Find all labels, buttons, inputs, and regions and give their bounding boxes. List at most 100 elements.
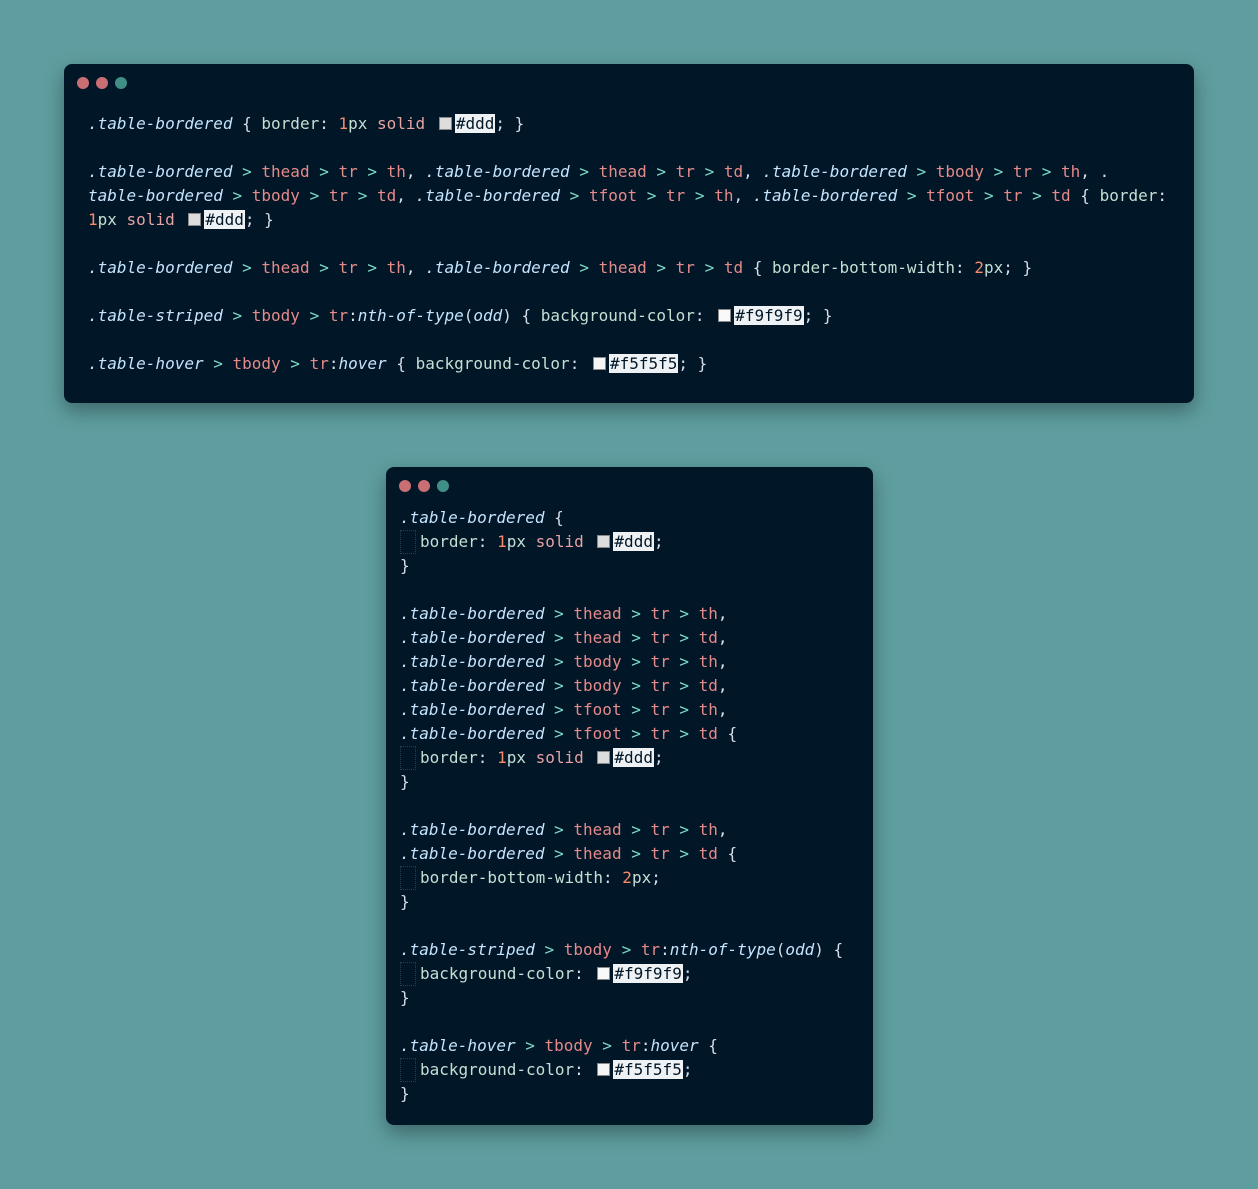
code-token: th <box>386 162 406 181</box>
code-token: > <box>669 724 699 743</box>
window-controls <box>77 77 127 89</box>
code-token: > <box>974 186 1004 205</box>
code-token: > <box>621 820 651 839</box>
code-token: : <box>694 306 715 325</box>
code-token: .table-bordered <box>400 652 545 671</box>
code-token: px <box>983 258 1004 277</box>
code-token: background-color <box>420 964 575 983</box>
maximize-dot-icon[interactable] <box>115 77 127 89</box>
code-token: .table-bordered <box>88 114 233 133</box>
code-token: .table-bordered <box>425 258 570 277</box>
code-token: solid <box>535 748 584 767</box>
code-token: > <box>515 1036 545 1055</box>
code-line: 1px solid #ddd; } <box>88 208 1167 232</box>
code-line: } <box>400 890 843 914</box>
code-token: > <box>621 724 651 743</box>
code-token: .table-bordered <box>400 700 545 719</box>
code-token: thead <box>573 628 622 647</box>
code-token: .table-bordered <box>400 724 545 743</box>
close-dot-icon[interactable] <box>399 480 411 492</box>
code-token: #ddd <box>613 532 654 551</box>
code-line: border: 1px solid #ddd; <box>400 746 843 770</box>
code-line: .table-bordered > tbody > tr > td, <box>400 674 843 698</box>
code-token: > <box>685 186 715 205</box>
code-token: > <box>357 162 387 181</box>
code-token: odd <box>473 306 503 325</box>
code-token: 1 <box>88 210 98 229</box>
code-token: border-bottom-width <box>772 258 956 277</box>
color-swatch-icon <box>597 535 611 548</box>
minimize-dot-icon[interactable] <box>96 77 108 89</box>
code-token: > <box>544 700 574 719</box>
code-token: > <box>348 186 378 205</box>
maximize-dot-icon[interactable] <box>437 480 449 492</box>
minimize-dot-icon[interactable] <box>418 480 430 492</box>
code-token: solid <box>535 532 584 551</box>
code-token: > <box>569 162 599 181</box>
code-token: ; } <box>678 354 708 373</box>
code-token: tr <box>328 306 349 325</box>
code-token: , . <box>1080 162 1110 181</box>
code-line: .table-bordered > thead > tr > th, .tabl… <box>88 160 1167 184</box>
code-token: > <box>906 162 936 181</box>
code-token: 1 <box>497 748 507 767</box>
code-token: > <box>669 628 699 647</box>
code-token: px <box>506 532 536 551</box>
color-swatch-icon <box>592 357 606 370</box>
code-token: th <box>698 604 718 623</box>
code-token: , <box>717 676 728 695</box>
code-window-compact: .table-bordered { border: 1px solid #ddd… <box>64 64 1194 403</box>
code-token: : <box>477 532 498 551</box>
indent-guide <box>400 530 416 554</box>
code-token: th <box>386 258 406 277</box>
code-token: ; <box>653 532 664 551</box>
code-token: tbody <box>563 940 612 959</box>
code-token: tbody <box>573 652 622 671</box>
code-token: tfoot <box>573 724 622 743</box>
code-token: > <box>299 186 329 205</box>
color-swatch-icon <box>718 309 732 322</box>
code-line: } <box>400 554 843 578</box>
code-token: th <box>1061 162 1081 181</box>
code-token: > <box>621 676 651 695</box>
code-token: : <box>955 258 975 277</box>
code-line: } <box>400 986 843 1010</box>
code-token: } <box>400 772 410 791</box>
code-token: thead <box>573 844 622 863</box>
code-token: ) { <box>814 940 844 959</box>
code-token: ; } <box>1003 258 1033 277</box>
code-token: tbody <box>251 186 300 205</box>
code-token: , <box>717 604 728 623</box>
code-token: , <box>717 652 728 671</box>
code-token: tr <box>338 162 358 181</box>
code-token: { <box>717 724 738 743</box>
code-token: td <box>1051 186 1071 205</box>
code-token: nth-of-type <box>357 306 464 325</box>
code-token: > <box>544 628 574 647</box>
code-line: .table-bordered { <box>400 506 843 530</box>
code-line: .table-bordered > tbody > tr > th, <box>400 650 843 674</box>
code-token: tr <box>650 676 670 695</box>
code-token: .table-bordered <box>400 844 545 863</box>
code-line: background-color: #f5f5f5; <box>400 1058 843 1082</box>
code-token: > <box>232 162 262 181</box>
code-token: th <box>714 186 734 205</box>
close-dot-icon[interactable] <box>77 77 89 89</box>
code-token: > <box>611 940 641 959</box>
code-token: > <box>646 258 676 277</box>
code-token: thead <box>573 604 622 623</box>
code-token: > <box>299 306 329 325</box>
code-token: { <box>386 354 416 373</box>
code-token: table-bordered <box>88 186 223 205</box>
code-token: tr <box>650 628 670 647</box>
code-token: .table-hover <box>400 1036 516 1055</box>
code-token: tr <box>640 940 661 959</box>
color-swatch-icon <box>188 213 202 226</box>
code-token: .table-hover <box>88 354 204 373</box>
code-line: .table-bordered > tfoot > tr > th, <box>400 698 843 722</box>
code-token: > <box>222 186 252 205</box>
